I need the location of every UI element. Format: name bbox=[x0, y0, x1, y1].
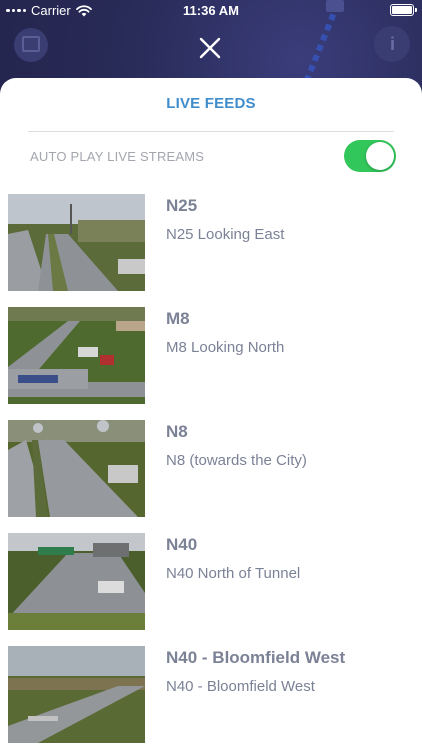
feed-name: N8 bbox=[166, 422, 188, 441]
feed-description: M8 Looking North bbox=[166, 339, 285, 356]
feed-description: N8 (towards the City) bbox=[166, 452, 307, 469]
close-button[interactable] bbox=[195, 33, 225, 63]
feed-item-n40-bloomfield-west[interactable]: N40 - Bloomfield West N40 - Bloomfield W… bbox=[0, 646, 422, 746]
feed-item-n25[interactable]: N25 N25 Looking East bbox=[0, 194, 422, 294]
calendar-icon bbox=[22, 36, 40, 52]
feed-name: N40 bbox=[166, 535, 198, 554]
live-feeds-sheet: LIVE FEEDS AUTO PLAY LIVE STREAMS N25 N2… bbox=[0, 78, 422, 750]
status-time: 11:36 AM bbox=[183, 3, 239, 18]
feed-name: N40 - Bloomfield West bbox=[166, 648, 346, 667]
feed-thumbnail bbox=[8, 646, 145, 743]
feed-thumbnail bbox=[8, 533, 145, 630]
sheet-title: LIVE FEEDS bbox=[166, 95, 256, 112]
status-bar: Carrier 11:36 AM bbox=[0, 0, 422, 22]
autoplay-toggle[interactable] bbox=[344, 140, 396, 172]
feed-thumbnail bbox=[8, 307, 145, 404]
feed-thumbnail bbox=[8, 194, 145, 291]
info-icon: i bbox=[389, 34, 395, 54]
feed-item-m8[interactable]: M8 M8 Looking North bbox=[0, 307, 422, 407]
battery-icon bbox=[390, 4, 417, 16]
feed-item-n40[interactable]: N40 N40 North of Tunnel bbox=[0, 533, 422, 633]
feed-thumbnail bbox=[8, 420, 145, 517]
toggle-knob bbox=[366, 142, 394, 170]
autoplay-label: AUTO PLAY LIVE STREAMS bbox=[30, 149, 205, 164]
feed-item-n8[interactable]: N8 N8 (towards the City) bbox=[0, 420, 422, 520]
feed-description: N40 - Bloomfield West bbox=[166, 678, 315, 695]
feed-description: N25 Looking East bbox=[166, 226, 285, 243]
feed-description: N40 North of Tunnel bbox=[166, 565, 301, 582]
divider bbox=[28, 131, 394, 132]
feed-name: M8 bbox=[166, 309, 190, 328]
feed-name: N25 bbox=[166, 196, 198, 215]
close-icon bbox=[199, 37, 221, 59]
